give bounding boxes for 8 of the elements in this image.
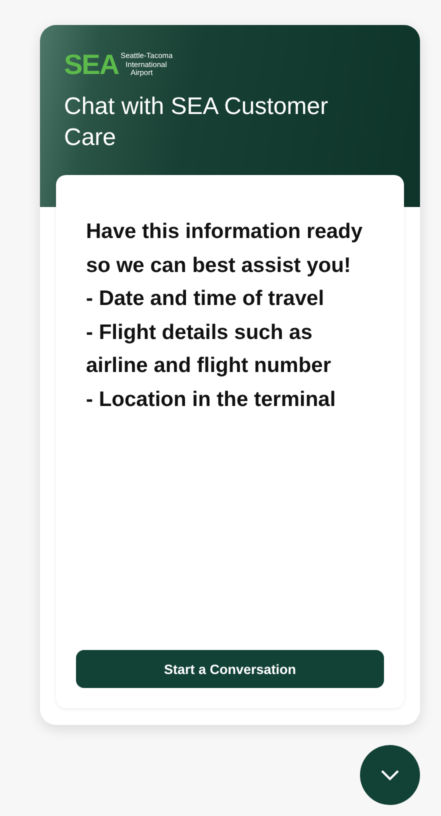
message-heading: Have this information ready so we can best assist you! (86, 219, 364, 278)
message-item: - Flight details such as airline and flight number (86, 320, 332, 379)
chat-title: Chat with SEA Customer Care (64, 92, 330, 153)
start-conversation-button[interactable]: Start a Conversation (76, 650, 384, 688)
logo-mark: SEA (64, 51, 119, 79)
message-item: - Date and time of travel (86, 286, 326, 312)
chevron-down-icon (380, 769, 400, 781)
message-item: - Location in the terminal (86, 386, 337, 412)
